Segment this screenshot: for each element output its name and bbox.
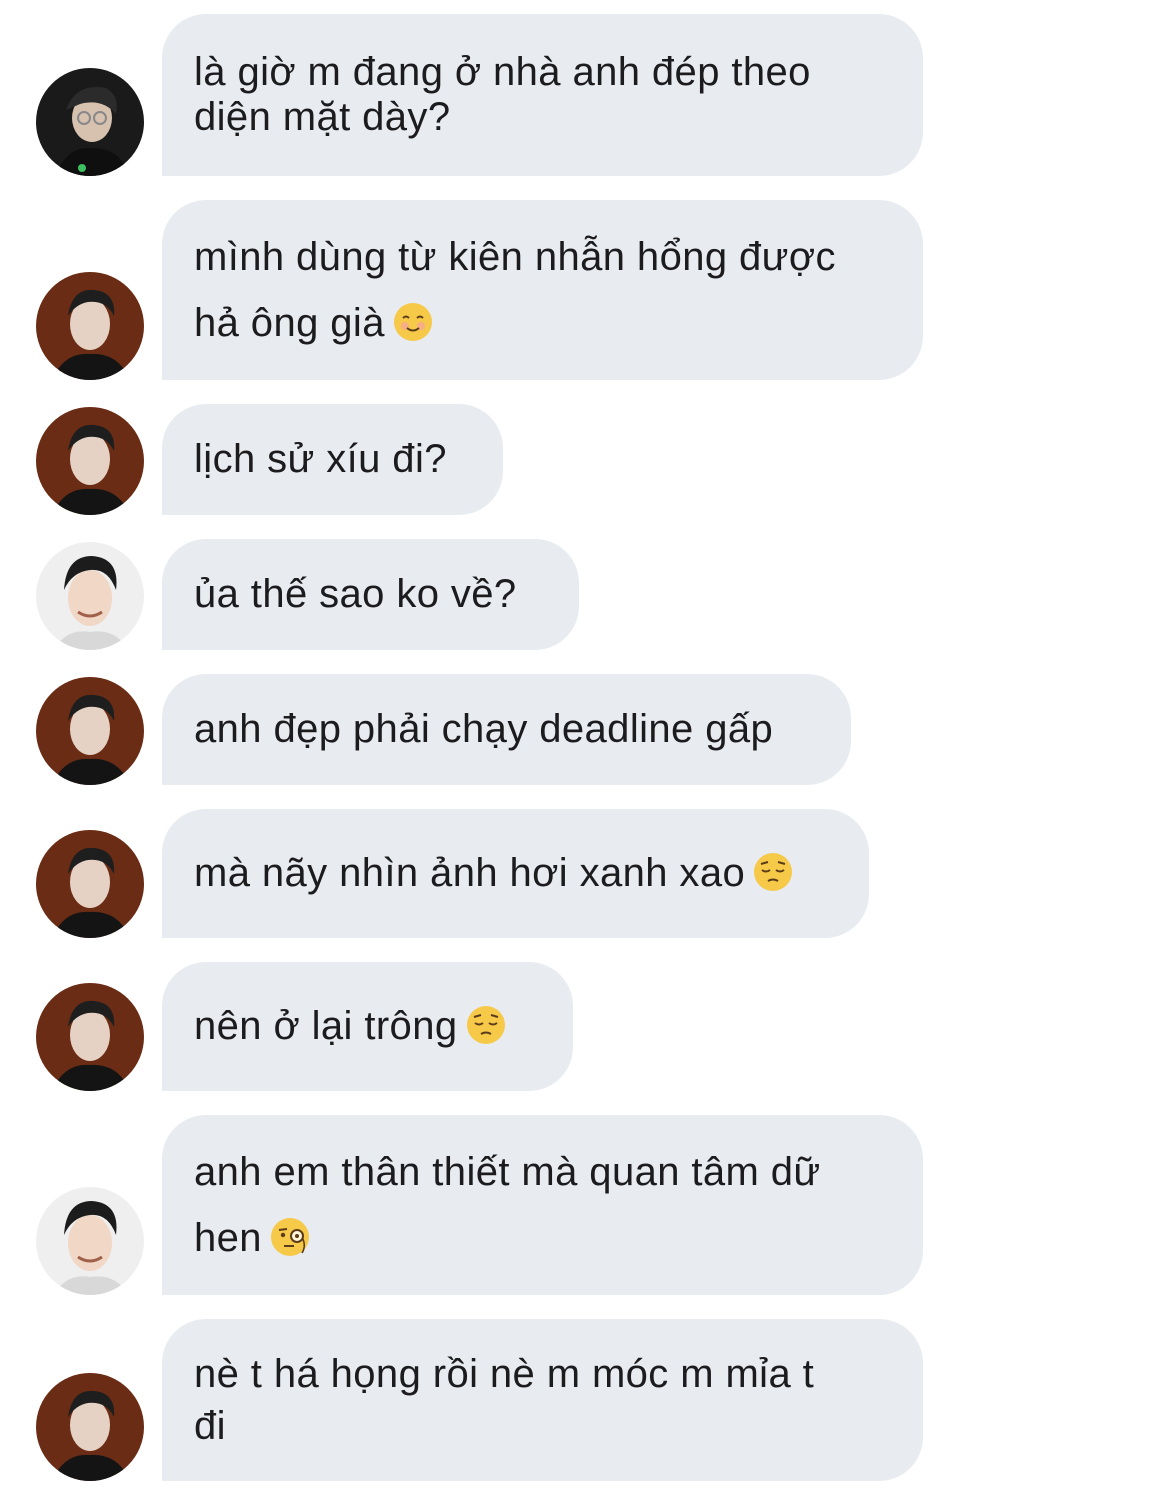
sender-avatar[interactable] bbox=[36, 542, 144, 650]
smiling-face-icon bbox=[393, 302, 433, 342]
message-bubble[interactable]: lịch sử xíu đi? bbox=[162, 404, 503, 515]
sender-avatar[interactable] bbox=[36, 407, 144, 515]
message-text-line1: anh em thân thiết mà quan tâm dữ bbox=[194, 1150, 821, 1194]
message-text: anh đẹp phải chạy deadline gấp bbox=[194, 707, 774, 751]
message-bubble[interactable]: mà nãy nhìn ảnh hơi xanh xao bbox=[162, 809, 869, 938]
message-bubble[interactable]: anh em thân thiết mà quan tâm dữ hen bbox=[162, 1115, 923, 1295]
message-bubble[interactable]: là giờ m đang ở nhà anh đép theo diện mặ… bbox=[162, 14, 923, 176]
message-text: mà nãy nhìn ảnh hơi xanh xao bbox=[194, 851, 746, 895]
monocle-face-icon bbox=[270, 1217, 310, 1257]
sender-avatar[interactable] bbox=[36, 272, 144, 380]
message-text-line1: mình dùng từ kiên nhẫn hổng được bbox=[194, 235, 836, 279]
message-bubble[interactable]: ủa thế sao ko về? bbox=[162, 539, 579, 650]
message-bubble[interactable]: nên ở lại trông bbox=[162, 962, 573, 1091]
sender-avatar[interactable] bbox=[36, 830, 144, 938]
pensive-face-icon bbox=[466, 1005, 506, 1045]
message-text-line2: diện mặt dày? bbox=[194, 95, 451, 139]
sender-avatar[interactable] bbox=[36, 677, 144, 785]
message-text-line1: nè t há họng rồi nè m móc m mỉa t bbox=[194, 1352, 815, 1396]
sender-avatar[interactable] bbox=[36, 1187, 144, 1295]
message-text: ủa thế sao ko về? bbox=[194, 572, 517, 616]
message-bubble[interactable]: nè t há họng rồi nè m móc m mỉa t đi bbox=[162, 1319, 923, 1481]
message-text: lịch sử xíu đi? bbox=[194, 437, 447, 481]
message-text-line2: hả ông già bbox=[194, 301, 385, 345]
message-text-line2: hen bbox=[194, 1216, 262, 1260]
message-bubble[interactable]: mình dùng từ kiên nhẫn hổng được hả ông … bbox=[162, 200, 923, 380]
message-text-line2: đi bbox=[194, 1404, 226, 1448]
sender-avatar[interactable] bbox=[36, 68, 144, 176]
sender-avatar[interactable] bbox=[36, 1373, 144, 1481]
message-bubble[interactable]: anh đẹp phải chạy deadline gấp bbox=[162, 674, 851, 785]
sender-avatar[interactable] bbox=[36, 983, 144, 1091]
message-text: nên ở lại trông bbox=[194, 1004, 458, 1048]
pensive-face-icon bbox=[753, 852, 793, 892]
message-text-line1: là giờ m đang ở nhà anh đép theo bbox=[194, 50, 811, 94]
